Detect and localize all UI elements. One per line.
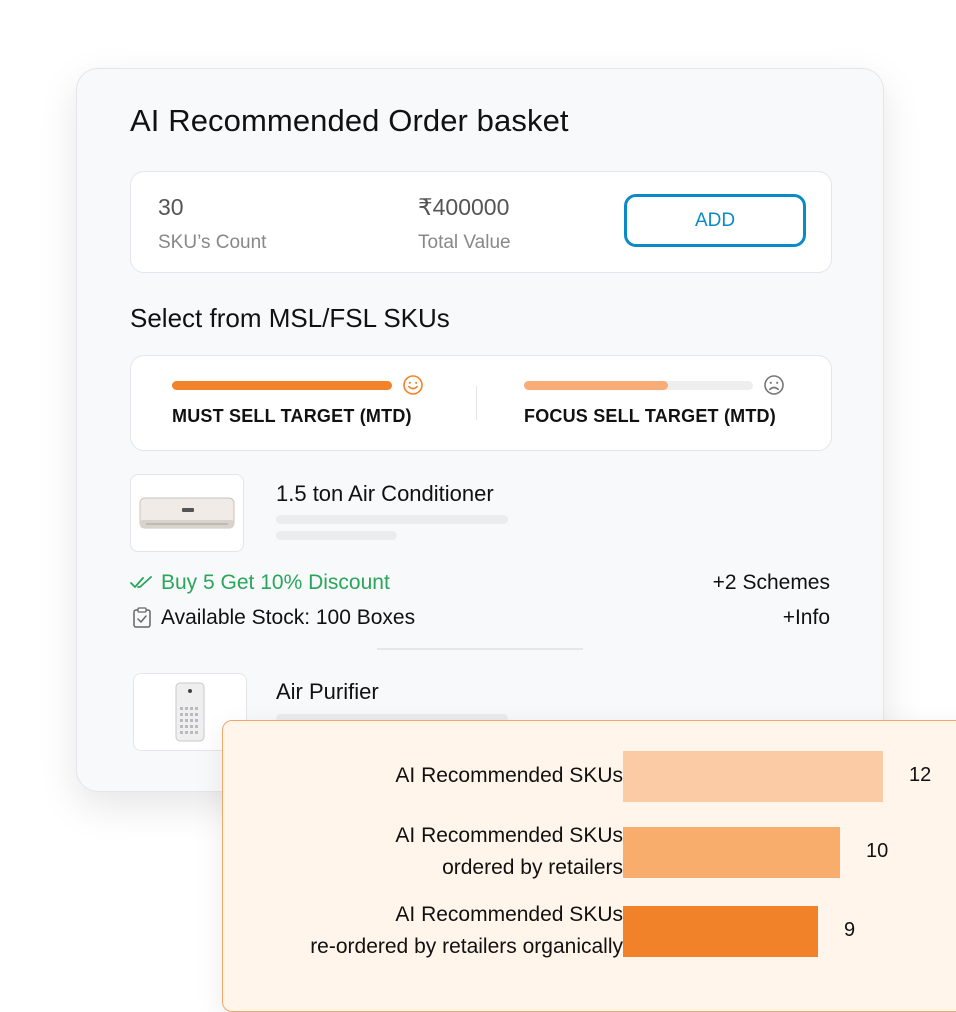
skeleton-line (276, 531, 397, 540)
focus-sell-progress-bar (524, 381, 753, 390)
more-schemes-link[interactable]: +2 Schemes (713, 571, 830, 595)
skeleton-line (276, 515, 508, 524)
clipboard-check-icon (133, 607, 151, 628)
chart-bar (623, 827, 840, 878)
focus-sell-progress-fill (524, 381, 669, 390)
bar-value-label: 9 (844, 919, 856, 941)
bar-label: AI Recommended SKUs re-ordered by retaile… (310, 899, 623, 963)
sku-count-value: 30 (158, 194, 184, 220)
add-button[interactable]: ADD (624, 194, 806, 247)
section-title: Select from MSL/FSL SKUs (130, 303, 450, 333)
happy-face-icon (403, 375, 423, 395)
must-sell-label: MUST SELL TARGET (MTD) (172, 406, 412, 426)
order-basket-card: AI Recommended Order basket 30 SKU’s Cou… (76, 68, 884, 792)
bar-label-line: ordered by retailers (442, 856, 623, 879)
more-info-link[interactable]: +Info (783, 606, 830, 630)
bar-value-label: 12 (909, 764, 932, 786)
bar-label: AI Recommended SKUs ordered by retailers (395, 820, 623, 884)
total-value-label: Total Value (418, 232, 511, 253)
must-sell-progress-fill (172, 381, 392, 390)
air-purifier-icon (175, 682, 205, 742)
product-name[interactable]: Air Purifier (276, 679, 379, 705)
bar-label-line: AI Recommended SKUs (395, 764, 623, 787)
must-sell-progress-bar (172, 381, 392, 390)
product-name[interactable]: 1.5 ton Air Conditioner (276, 481, 494, 507)
chart-bar (623, 906, 818, 957)
stock-row: Available Stock: 100 Boxes +Info (130, 606, 830, 636)
sku-count-label: SKU’s Count (158, 232, 267, 253)
scheme-text: Buy 5 Get 10% Discount (161, 571, 390, 594)
targets-panel: MUST SELL TARGET (MTD) FOCUS SELL TARGET… (130, 355, 832, 451)
stock-text: Available Stock: 100 Boxes (161, 606, 416, 629)
bar-label-line: AI Recommended SKUs (395, 903, 623, 926)
scheme-row: Buy 5 Get 10% Discount +2 Schemes (130, 571, 830, 601)
basket-summary: 30 SKU’s Count ₹400000 Total Value ADD (130, 171, 832, 273)
total-value: ₹400000 (418, 194, 510, 220)
sad-face-icon (764, 375, 784, 395)
chart-bar (623, 751, 883, 802)
focus-sell-label: FOCUS SELL TARGET (MTD) (524, 406, 776, 426)
bar-value-label: 10 (866, 840, 889, 862)
card-title: AI Recommended Order basket (130, 103, 569, 138)
bar-label-line: AI Recommended SKUs (395, 824, 623, 847)
double-check-icon (130, 576, 152, 588)
ai-recommendation-stats-popup: AI Recommended SKUs 12 AI Recommended SKUs… (222, 720, 956, 1012)
product-divider (377, 648, 583, 650)
targets-divider (476, 386, 477, 420)
product-thumbnail[interactable] (130, 474, 244, 552)
air-conditioner-icon (139, 497, 235, 529)
bar-label: AI Recommended SKUs (395, 760, 623, 792)
bar-label-line: re-ordered by retailers organically (310, 935, 623, 958)
